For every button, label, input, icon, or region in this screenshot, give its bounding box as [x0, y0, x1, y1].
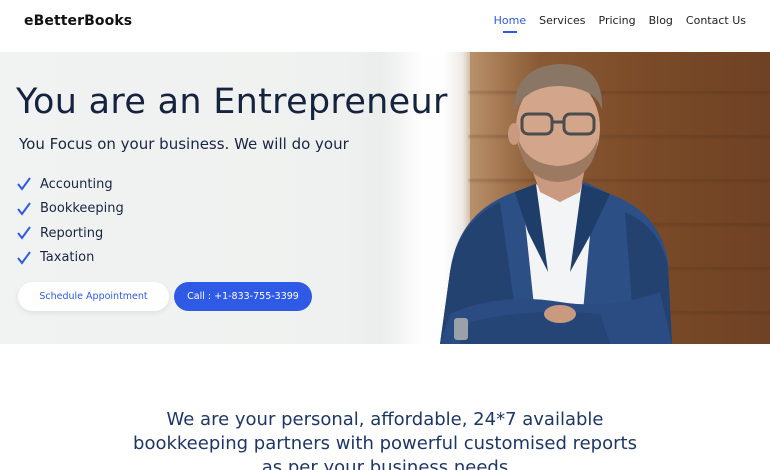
site-header: eBetterBooks Home Services Pricing Blog … [0, 0, 770, 52]
intro-line-2: bookkeeping partners with powerful custo… [133, 433, 637, 454]
schedule-appointment-button[interactable]: Schedule Appointment [18, 282, 169, 311]
nav-contact-us[interactable]: Contact Us [686, 14, 746, 27]
hero-person-image [440, 64, 672, 344]
list-item: Taxation [16, 246, 124, 271]
services-checklist: Accounting Bookkeeping Reporting Taxatio… [16, 172, 124, 270]
checklist-label-reporting: Reporting [40, 225, 104, 241]
intro-section: We are your personal, affordable, 24*7 a… [0, 408, 770, 470]
check-icon [17, 251, 31, 265]
intro-line-3: as per your business needs [261, 457, 509, 470]
list-item: Bookkeeping [16, 197, 124, 222]
check-icon [17, 177, 31, 191]
checklist-label-bookkeeping: Bookkeeping [40, 201, 124, 217]
site-logo[interactable]: eBetterBooks [24, 13, 132, 29]
nav-home[interactable]: Home [494, 14, 526, 33]
hero-subtitle: You Focus on your business. We will do y… [19, 135, 349, 153]
hero-section: You are an Entrepreneur You Focus on you… [0, 52, 770, 344]
nav-pricing[interactable]: Pricing [599, 14, 636, 27]
check-icon [17, 202, 31, 216]
nav-services[interactable]: Services [539, 14, 585, 27]
main-nav: Home Services Pricing Blog Contact Us [494, 14, 746, 33]
intro-line-1: We are your personal, affordable, 24*7 a… [166, 409, 604, 430]
call-button[interactable]: Call : +1-833-755-3399 [174, 282, 312, 311]
checklist-label-taxation: Taxation [40, 250, 95, 266]
nav-blog[interactable]: Blog [649, 14, 673, 27]
list-item: Accounting [16, 172, 124, 197]
check-icon [17, 226, 31, 240]
list-item: Reporting [16, 221, 124, 246]
hero-title: You are an Entrepreneur [16, 82, 448, 122]
checklist-label-accounting: Accounting [40, 176, 113, 192]
